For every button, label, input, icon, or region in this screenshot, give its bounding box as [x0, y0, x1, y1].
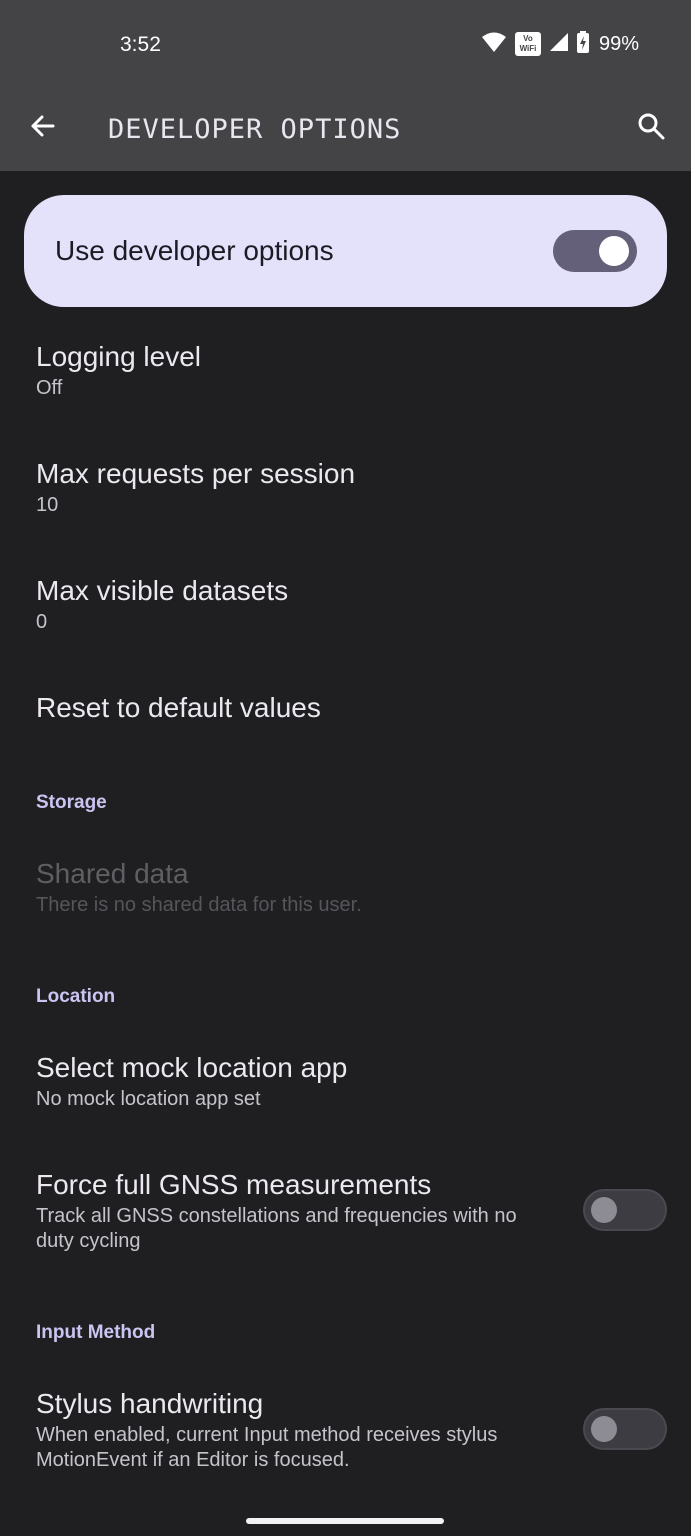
section-header-location: Location: [36, 986, 116, 1007]
max-requests-item[interactable]: Max requests per session 10: [36, 457, 656, 518]
gnss-title: Force full GNSS measurements: [36, 1169, 432, 1200]
developer-options-switch[interactable]: [553, 230, 637, 272]
battery-percent: 99%: [598, 32, 639, 55]
wifi-icon: [481, 31, 507, 58]
section-header-storage: Storage: [36, 792, 107, 813]
gesture-nav-handle[interactable]: [246, 1518, 444, 1524]
status-bar: 3:52 Vo WiFi 99%: [0, 0, 691, 90]
max-datasets-value: 0: [36, 611, 48, 633]
back-button[interactable]: [22, 108, 62, 148]
shared-data-title: Shared data: [36, 858, 189, 889]
logging-level-title: Logging level: [36, 341, 202, 372]
gnss-summary: Track all GNSS constellations and freque…: [36, 1205, 517, 1252]
stylus-title: Stylus handwriting: [36, 1388, 264, 1419]
switch-thumb: [591, 1197, 617, 1223]
status-time: 3:52: [120, 33, 161, 56]
reset-defaults-item[interactable]: Reset to default values: [36, 691, 656, 725]
max-datasets-item[interactable]: Max visible datasets 0: [36, 574, 656, 635]
logging-level-item[interactable]: Logging level Off: [36, 340, 656, 401]
shared-data-item: Shared data There is no shared data for …: [36, 857, 656, 918]
search-icon: [637, 112, 665, 145]
battery-icon: [576, 30, 589, 58]
page-title: DEVELOPER OPTIONS: [108, 114, 402, 145]
gnss-measurements-item[interactable]: Force full GNSS measurements Track all G…: [36, 1168, 556, 1254]
max-requests-title: Max requests per session: [36, 458, 356, 489]
cell-signal-icon: [549, 32, 569, 57]
app-bar: DEVELOPER OPTIONS: [0, 90, 691, 171]
mock-location-title: Select mock location app: [36, 1052, 348, 1083]
logging-level-value: Off: [36, 377, 63, 399]
use-developer-options-row[interactable]: Use developer options: [24, 195, 667, 307]
stylus-handwriting-item[interactable]: Stylus handwriting When enabled, current…: [36, 1387, 556, 1473]
use-developer-options-label: Use developer options: [55, 235, 334, 266]
reset-defaults-title: Reset to default values: [36, 692, 321, 723]
status-icons: Vo WiFi 99%: [481, 30, 639, 58]
max-requests-value: 10: [36, 494, 59, 516]
section-header-input-method: Input Method: [36, 1322, 156, 1343]
vowifi-icon: Vo WiFi: [514, 32, 541, 56]
max-datasets-title: Max visible datasets: [36, 575, 289, 606]
arrow-back-icon: [29, 114, 55, 143]
stylus-summary: When enabled, current Input method recei…: [36, 1424, 498, 1471]
stylus-switch[interactable]: [583, 1408, 667, 1450]
search-button[interactable]: [631, 108, 671, 148]
switch-thumb: [591, 1416, 617, 1442]
mock-location-summary: No mock location app set: [36, 1088, 261, 1110]
mock-location-item[interactable]: Select mock location app No mock locatio…: [36, 1051, 656, 1112]
gnss-switch[interactable]: [583, 1189, 667, 1231]
shared-data-summary: There is no shared data for this user.: [36, 894, 362, 916]
switch-thumb: [599, 236, 629, 266]
